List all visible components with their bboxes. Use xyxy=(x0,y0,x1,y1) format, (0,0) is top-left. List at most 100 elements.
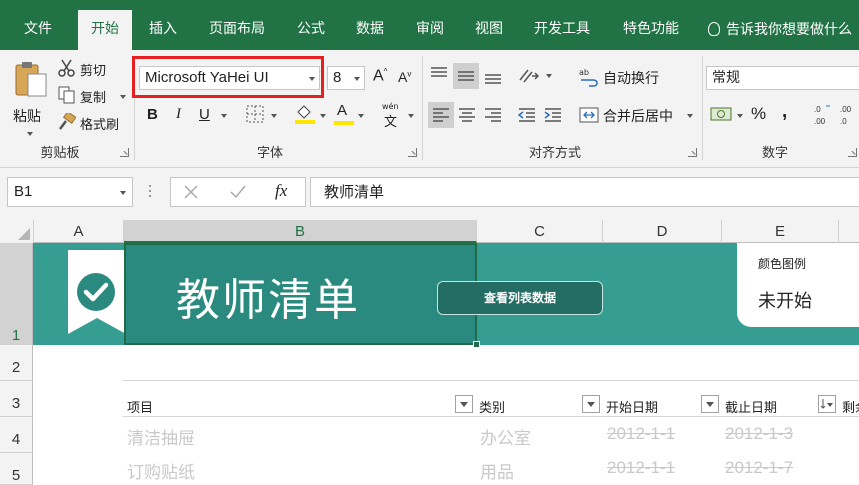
merge-center-icon xyxy=(579,107,599,123)
phonetic-button[interactable]: wén 文 xyxy=(380,102,406,130)
enter-check-icon[interactable] xyxy=(229,184,247,200)
legend-status: 未开始 xyxy=(758,291,812,312)
align-middle-button[interactable] xyxy=(453,63,479,89)
increase-indent-icon[interactable] xyxy=(543,106,563,124)
italic-button[interactable]: I xyxy=(176,106,181,123)
orientation-icon[interactable] xyxy=(518,66,540,84)
row-header-4[interactable]: 4 xyxy=(0,417,33,453)
font-color-button[interactable]: A xyxy=(334,102,354,126)
view-list-data-button[interactable]: 查看列表数据 xyxy=(437,281,603,315)
align-bottom-icon[interactable] xyxy=(483,67,503,85)
tab-view[interactable]: 视图 xyxy=(462,10,516,50)
chevron-down-icon[interactable] xyxy=(546,74,552,78)
sort-filter-dropdown-end-date[interactable] xyxy=(818,395,836,413)
tab-formulas[interactable]: 公式 xyxy=(284,10,338,50)
filter-dropdown-item[interactable] xyxy=(455,395,473,413)
comma-button[interactable]: , xyxy=(782,101,787,123)
column-header-e[interactable]: E xyxy=(722,220,839,243)
row-header-1[interactable]: 1 xyxy=(0,243,33,345)
chevron-down-icon[interactable] xyxy=(358,114,364,118)
currency-icon[interactable] xyxy=(710,105,732,123)
row-header-2[interactable]: 2 xyxy=(0,345,33,381)
row-header-5[interactable]: 5 xyxy=(0,453,33,485)
column-header-b[interactable]: B xyxy=(124,220,477,243)
resize-handle[interactable] xyxy=(149,184,152,200)
decrease-decimal-icon[interactable]: .00.0 xyxy=(838,102,859,128)
align-center-icon[interactable] xyxy=(457,106,477,124)
row4-item: 清洁抽屉 xyxy=(127,429,195,449)
font-group-label: 字体 xyxy=(256,146,283,161)
tab-home[interactable]: 开始 xyxy=(78,10,132,50)
align-right-icon[interactable] xyxy=(483,106,503,124)
decrease-font-size-button[interactable]: Av xyxy=(398,69,411,85)
copy-label: 复制 xyxy=(80,91,107,106)
align-middle-icon xyxy=(458,71,474,81)
align-left-button[interactable] xyxy=(428,102,454,128)
tab-file[interactable]: 文件 xyxy=(10,10,66,50)
select-all-corner[interactable] xyxy=(0,220,34,243)
wrap-text-label: 自动换行 xyxy=(603,71,659,87)
alignment-launcher-icon[interactable] xyxy=(688,148,697,157)
tell-me-search[interactable]: 告诉我你想要做什么 xyxy=(708,10,852,50)
header-category: 类别 xyxy=(479,401,506,416)
cut-button[interactable]: 剪切 xyxy=(58,58,118,80)
font-launcher-icon[interactable] xyxy=(408,148,417,157)
row5-end-date: 2012-1-7 xyxy=(725,458,794,477)
chevron-down-icon[interactable] xyxy=(221,114,227,118)
tab-features[interactable]: 特色功能 xyxy=(608,10,694,50)
chevron-down-icon[interactable] xyxy=(271,114,277,118)
formula-input[interactable]: 教师清单 xyxy=(310,177,859,207)
lightbulb-icon xyxy=(708,22,720,36)
paste-button[interactable]: 粘贴 xyxy=(8,58,52,138)
chevron-down-icon[interactable] xyxy=(408,114,414,118)
formula-buttons: fx xyxy=(170,177,306,207)
chevron-down-icon xyxy=(120,191,126,195)
percent-button[interactable]: % xyxy=(751,104,766,124)
number-launcher-icon[interactable] xyxy=(848,148,857,157)
filter-dropdown-start-date[interactable] xyxy=(701,395,719,413)
format-painter-button[interactable]: 格式刷 xyxy=(58,112,130,134)
row-header-3[interactable]: 3 xyxy=(0,381,33,417)
increase-decimal-icon[interactable]: .0.00 xyxy=(812,102,834,128)
increase-font-size-button[interactable]: A^ xyxy=(373,67,387,85)
underline-button[interactable]: U xyxy=(199,106,210,123)
chevron-down-icon xyxy=(687,114,693,118)
align-left-icon xyxy=(433,108,449,122)
insert-function-button[interactable]: fx xyxy=(275,181,287,201)
sort-descending-icon xyxy=(820,399,833,409)
wrap-text-button[interactable]: ab 自动换行 xyxy=(579,66,675,88)
legend-label: 颜色图例 xyxy=(758,257,807,271)
row4-end-date: 2012-1-3 xyxy=(725,424,794,443)
column-header-a[interactable]: A xyxy=(34,220,124,243)
column-header-d[interactable]: D xyxy=(603,220,722,243)
fill-handle[interactable] xyxy=(473,341,480,348)
header-end-date: 截止日期 xyxy=(725,401,778,416)
merge-center-button[interactable]: 合并后居中 xyxy=(579,104,697,126)
ribbon: 粘贴 剪切 复制 格式刷 剪贴板 Microsoft YaHei UI 8 A^… xyxy=(0,50,859,168)
cancel-icon[interactable] xyxy=(183,184,199,200)
tab-developer[interactable]: 开发工具 xyxy=(520,10,604,50)
tab-page-layout[interactable]: 页面布局 xyxy=(196,10,278,50)
align-top-icon[interactable] xyxy=(429,66,449,84)
chevron-down-icon[interactable] xyxy=(737,114,743,118)
paste-label: 粘贴 xyxy=(13,109,41,125)
name-box[interactable]: B1 xyxy=(7,177,133,207)
font-size-select[interactable]: 8 xyxy=(327,66,365,90)
borders-icon[interactable] xyxy=(246,105,264,123)
fill-color-icon[interactable] xyxy=(294,103,316,125)
tab-data[interactable]: 数据 xyxy=(342,10,398,50)
font-color-swatch xyxy=(334,121,354,125)
column-header-c[interactable]: C xyxy=(477,220,603,243)
tab-review[interactable]: 审阅 xyxy=(402,10,458,50)
number-format-value: 常规 xyxy=(712,70,740,86)
copy-button[interactable]: 复制 xyxy=(58,85,130,107)
checkmark-badge-icon xyxy=(68,250,126,334)
filter-dropdown-category[interactable] xyxy=(582,395,600,413)
decrease-indent-icon[interactable] xyxy=(517,106,537,124)
chevron-down-icon[interactable] xyxy=(320,114,326,118)
number-format-select[interactable]: 常规 xyxy=(706,66,859,90)
clipboard-launcher-icon[interactable] xyxy=(120,148,129,157)
alignment-group-label: 对齐方式 xyxy=(528,146,581,161)
tab-insert[interactable]: 插入 xyxy=(136,10,190,50)
bold-button[interactable]: B xyxy=(147,106,158,123)
